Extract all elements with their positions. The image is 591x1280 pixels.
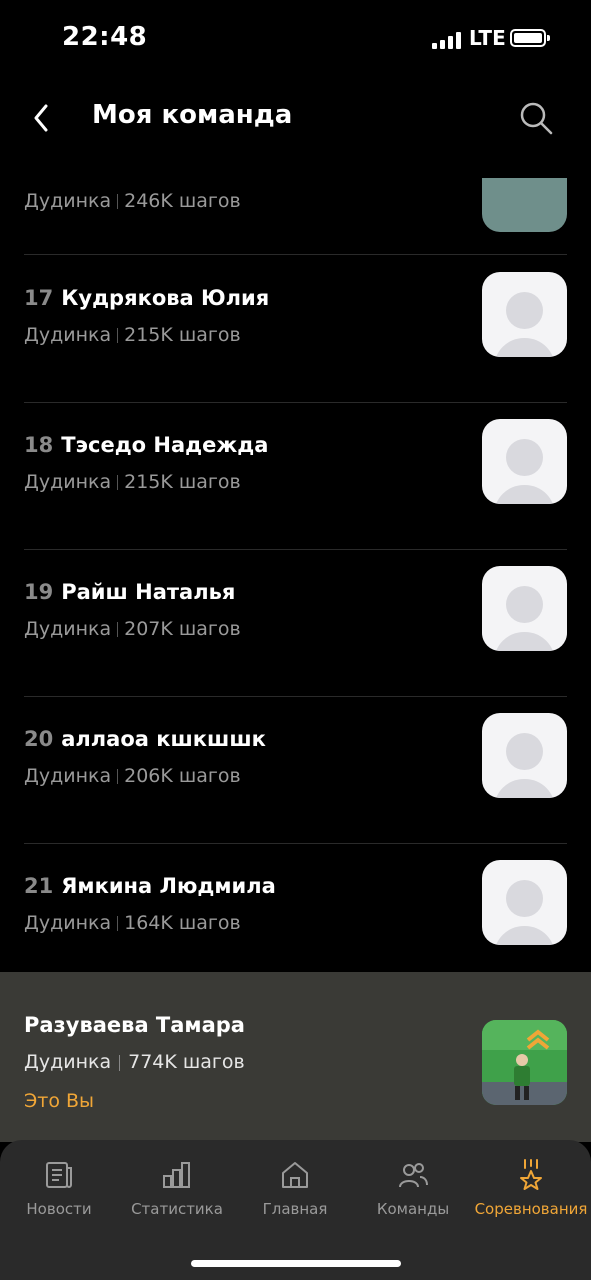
member-name: 17 Кудрякова Юлия (24, 286, 270, 310)
tab-label: Команды (376, 1200, 450, 1218)
signal-icon (432, 31, 462, 49)
member-name: 18 Тэседо Надежда (24, 433, 269, 457)
list-item[interactable]: 21 Ямкина Людмила Дудинка 164K шагов (24, 844, 567, 972)
divider (24, 254, 567, 255)
current-user-card[interactable]: Разуваева Тамара Дудинка 774K шагов Это В… (0, 972, 591, 1142)
list-item[interactable]: 18 Тэседо Надежда Дудинка 215K шагов (24, 403, 567, 550)
page-title: Моя команда (92, 100, 293, 130)
avatar-placeholder (482, 713, 567, 798)
header: Моя команда (0, 88, 591, 148)
back-icon[interactable] (28, 100, 58, 136)
member-name: 19 Райш Наталья (24, 580, 236, 604)
tab-label: Главная (262, 1200, 328, 1218)
tab-label: Соревнования (474, 1200, 588, 1218)
tab-competitions[interactable]: Соревнования (472, 1140, 590, 1240)
current-user-name: Разуваева Тамара (24, 1013, 245, 1037)
tab-home[interactable]: Главная (236, 1140, 354, 1240)
member-name: 20 аллаоа кшкшшк (24, 727, 266, 751)
member-meta: Дудинка 164K шагов (24, 912, 241, 934)
list-item[interactable]: 17 Кудрякова Юлия Дудинка 215K шагов (24, 256, 567, 403)
current-user-avatar (482, 1020, 567, 1105)
search-icon[interactable] (518, 100, 554, 136)
you-label: Это Вы (24, 1090, 95, 1112)
list-item[interactable]: 19 Райш Наталья Дудинка 207K шагов (24, 550, 567, 697)
tab-label: Статистика (131, 1200, 223, 1218)
avatar (482, 178, 567, 232)
statistics-icon (162, 1158, 192, 1192)
status-bar: 22:48 LTE (0, 0, 591, 80)
member-meta: Дудинка 246K шагов (24, 190, 241, 212)
network-type: LTE (469, 26, 506, 50)
team-member-list[interactable]: Дудинка 246K шагов 17 Кудрякова Юлия Дудин… (0, 170, 591, 972)
avatar-placeholder (482, 272, 567, 357)
news-icon (44, 1158, 74, 1192)
tab-label: Новости (26, 1200, 92, 1218)
member-meta: Дудинка 206K шагов (24, 765, 241, 787)
current-user-meta: Дудинка 774K шагов (24, 1051, 245, 1073)
member-name: 21 Ямкина Людмила (24, 874, 276, 898)
tab-statistics[interactable]: Статистика (118, 1140, 236, 1240)
tab-bar: Новости Статистика Главная Команды Сорев… (0, 1140, 591, 1280)
member-meta: Дудинка 215K шагов (24, 471, 241, 493)
status-time: 22:48 (62, 22, 148, 52)
tab-news[interactable]: Новости (0, 1140, 118, 1240)
teams-icon (398, 1158, 428, 1192)
member-meta: Дудинка 215K шагов (24, 324, 241, 346)
home-indicator (191, 1260, 401, 1267)
avatar-placeholder (482, 860, 567, 945)
battery-icon (510, 29, 550, 47)
home-icon (280, 1158, 310, 1192)
avatar-placeholder (482, 419, 567, 504)
list-item[interactable]: Дудинка 246K шагов (24, 170, 567, 255)
member-meta: Дудинка 207K шагов (24, 618, 241, 640)
tab-teams[interactable]: Команды (354, 1140, 472, 1240)
avatar-placeholder (482, 566, 567, 651)
competitions-icon (516, 1158, 546, 1192)
list-item[interactable]: 20 аллаоа кшкшшк Дудинка 206K шагов (24, 697, 567, 844)
